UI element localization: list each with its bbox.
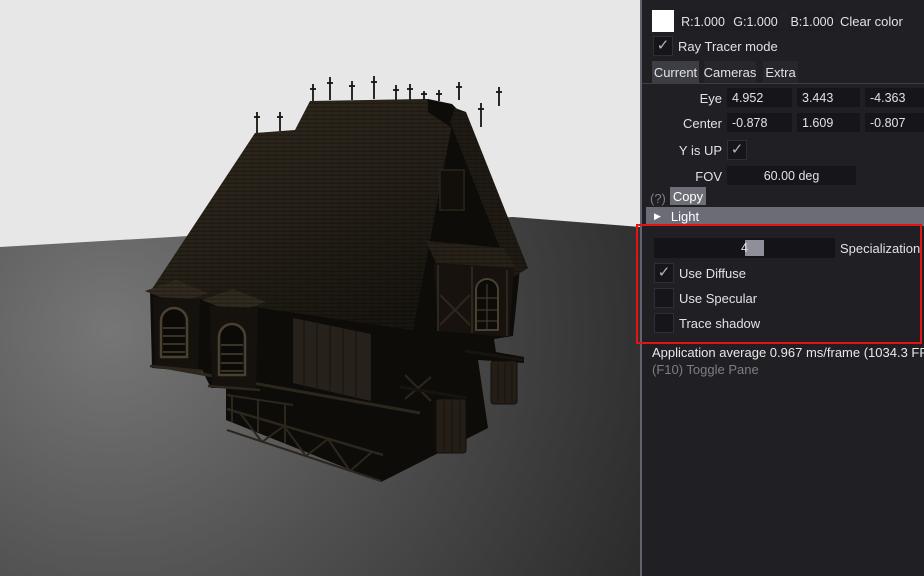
fov-field[interactable]: 60.00 deg	[727, 166, 856, 185]
clear-color-swatch[interactable]	[652, 10, 674, 32]
blue-channel-button[interactable]: B:1.000	[789, 12, 835, 31]
center-y-field[interactable]: 1.609	[797, 113, 860, 132]
tab-separator	[642, 83, 924, 84]
check-icon: ✓	[658, 265, 671, 280]
trace-shadow-label: Trace shadow	[679, 313, 760, 333]
copy-button[interactable]: Copy	[670, 187, 706, 205]
check-icon: ✓	[731, 142, 744, 157]
y-up-checkbox[interactable]: ✓	[727, 140, 747, 160]
eye-y-field[interactable]: 3.443	[797, 88, 860, 107]
center-label: Center	[642, 113, 722, 133]
fov-label: FOV	[642, 166, 722, 186]
eye-label: Eye	[642, 88, 722, 108]
specialization-slider[interactable]: 4	[654, 238, 835, 258]
light-header[interactable]: ▶ Light	[646, 207, 924, 226]
scene-render	[0, 0, 640, 576]
green-channel-button[interactable]: G:1.000	[732, 12, 779, 31]
check-icon: ✓	[657, 38, 670, 53]
tab-current[interactable]: Current	[652, 61, 699, 83]
center-z-field[interactable]: -0.807	[865, 113, 924, 132]
toggle-pane-hint: (F10) Toggle Pane	[652, 362, 759, 377]
y-up-label: Y is UP	[642, 140, 722, 160]
ray-tracer-checkbox[interactable]: ✓	[653, 36, 673, 56]
control-panel: R:1.000 G:1.000 B:1.000 Clear color ✓ Ra…	[640, 0, 924, 576]
center-x-field[interactable]: -0.878	[727, 113, 792, 132]
viewport-3d[interactable]	[0, 0, 640, 576]
clear-color-label: Clear color	[840, 12, 903, 31]
use-specular-checkbox[interactable]	[654, 288, 674, 308]
gable-window	[440, 170, 464, 210]
red-channel-button[interactable]: R:1.000	[679, 12, 727, 31]
help-hint: (?)	[650, 188, 666, 208]
performance-stats: Application average 0.967 ms/frame (1034…	[652, 345, 924, 360]
use-diffuse-checkbox[interactable]: ✓	[654, 263, 674, 283]
ray-tracer-label: Ray Tracer mode	[678, 36, 778, 56]
eye-x-field[interactable]: 4.952	[727, 88, 792, 107]
app-window: R:1.000 G:1.000 B:1.000 Clear color ✓ Ra…	[0, 0, 924, 576]
tab-cameras[interactable]: Cameras	[704, 61, 756, 83]
specialization-label: Specialization	[840, 238, 920, 258]
tab-extra[interactable]: Extra	[763, 61, 798, 83]
use-specular-label: Use Specular	[679, 288, 757, 308]
trace-shadow-checkbox[interactable]	[654, 313, 674, 333]
eye-z-field[interactable]: -4.363	[865, 88, 924, 107]
collapse-arrow-icon: ▶	[654, 211, 661, 222]
slider-value: 4	[654, 238, 835, 258]
light-header-label: Light	[671, 209, 699, 224]
bay-window	[426, 241, 516, 337]
use-diffuse-label: Use Diffuse	[679, 263, 746, 283]
